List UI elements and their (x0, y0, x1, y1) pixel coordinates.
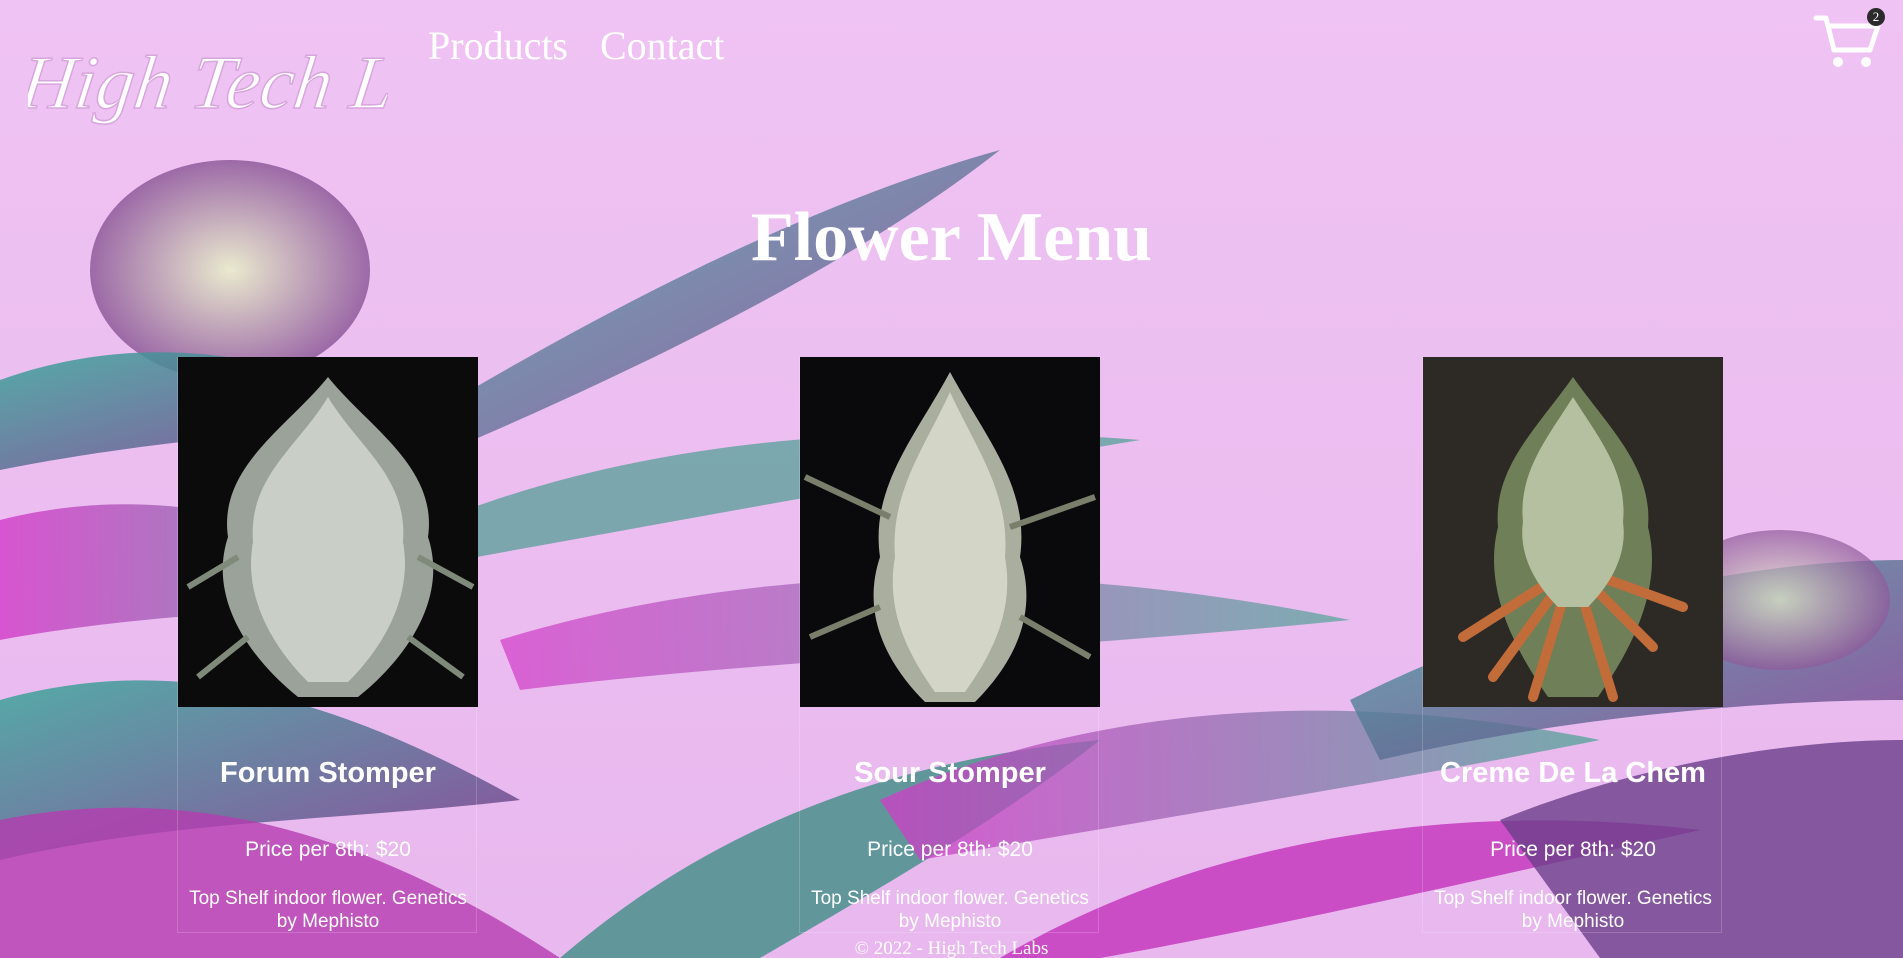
brand-logo[interactable]: High Tech Labs (28, 18, 388, 138)
page: High Tech Labs Products Contact 2 Flower… (0, 0, 1903, 958)
product-name: Sour Stomper (854, 757, 1046, 789)
product-image[interactable] (178, 357, 478, 707)
nav-link-contact[interactable]: Contact (600, 22, 724, 70)
main-nav: Products Contact (428, 22, 724, 70)
product-description: Top Shelf indoor flower. Genetics by Mep… (189, 888, 467, 932)
product-name: Creme De La Chem (1440, 757, 1706, 789)
product-description: Top Shelf indoor flower. Genetics by Mep… (811, 888, 1089, 932)
product-card[interactable]: Sour Stomper Price per 8th: $20 Top Shel… (799, 357, 1100, 933)
cart-count-badge: 2 (1867, 8, 1885, 26)
product-price: Price per 8th: $20 (1490, 838, 1656, 861)
product-image[interactable] (800, 357, 1100, 707)
product-image[interactable] (1423, 357, 1723, 707)
product-price: Price per 8th: $20 (867, 838, 1033, 861)
product-price: Price per 8th: $20 (245, 838, 411, 861)
nav-link-products[interactable]: Products (428, 22, 568, 70)
product-name: Forum Stomper (220, 757, 436, 789)
brand-logo-text: High Tech Labs (28, 40, 388, 125)
product-description: Top Shelf indoor flower. Genetics by Mep… (1434, 888, 1712, 932)
product-card[interactable]: Forum Stomper Price per 8th: $20 Top She… (177, 357, 478, 933)
page-title: Flower Menu (750, 199, 1153, 276)
product-card[interactable]: Creme De La Chem Price per 8th: $20 Top … (1422, 357, 1723, 933)
footer-copyright: © 2022 - High Tech Labs (854, 938, 1049, 958)
